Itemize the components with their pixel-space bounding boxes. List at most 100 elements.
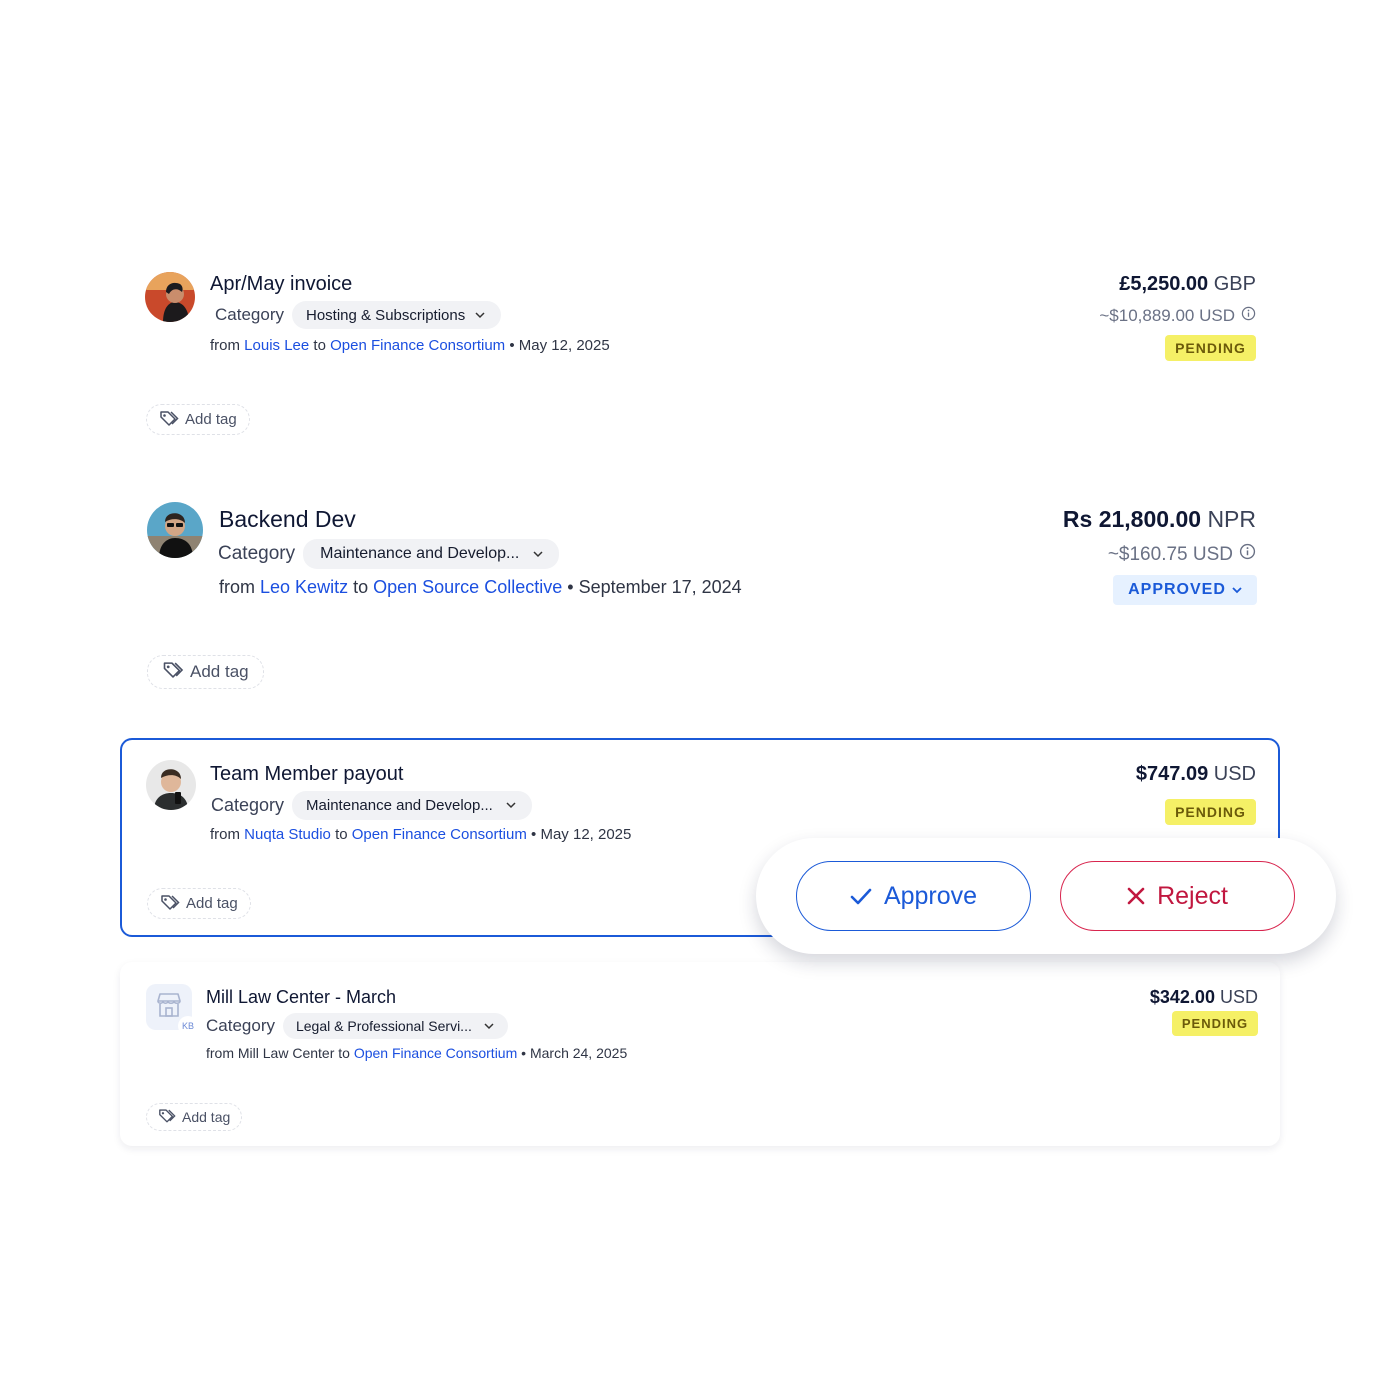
separator: • (509, 337, 515, 354)
expense-date: September 17, 2024 (578, 577, 742, 597)
from-word: from (210, 337, 240, 354)
amount-value: $342.00 (1149, 987, 1215, 1007)
add-tag-label: Add tag (182, 1109, 231, 1125)
expense-title[interactable]: Team Member payout (210, 763, 403, 786)
tag-icon (159, 410, 179, 430)
amount-currency: USD (1213, 763, 1256, 785)
chevron-down-icon (533, 550, 543, 558)
payee-name: Mill Law Center (237, 1045, 335, 1061)
chevron-down-icon (506, 802, 516, 809)
amount-value: £5,250.00 (1119, 273, 1209, 295)
category-select[interactable]: Maintenance and Develop... (292, 791, 532, 820)
expense-date: March 24, 2025 (529, 1045, 628, 1061)
converted-value: ~$160.75 USD (1107, 543, 1233, 565)
expense-meta: from Mill Law Center to Open Finance Con… (206, 1045, 627, 1061)
status-label: APPROVED (1128, 581, 1226, 598)
chevron-down-icon (1232, 586, 1242, 594)
expense-meta: from Leo Kewitz to Open Source Collectiv… (219, 577, 742, 598)
reject-label: Reject (1157, 881, 1228, 910)
add-tag-button[interactable]: Add tag (146, 1103, 243, 1131)
status-dropdown[interactable]: APPROVED (1113, 575, 1257, 605)
status-badge: PENDING (1172, 1011, 1258, 1036)
expense-amount: $747.09 USD (1136, 763, 1256, 786)
approval-actions-panel: Approve Reject (756, 838, 1336, 954)
to-word: to (353, 577, 369, 597)
category-select[interactable]: Maintenance and Develop... (303, 539, 560, 569)
status-badge: PENDING (1165, 799, 1256, 825)
separator: • (521, 1045, 527, 1061)
avatar (145, 272, 195, 322)
category-value: Maintenance and Develop... (306, 797, 493, 814)
store-icon (155, 992, 183, 1023)
from-word: from (219, 577, 255, 597)
payee-link[interactable]: Louis Lee (244, 337, 309, 354)
expense-amount: Rs 21,800.00 NPR (1063, 506, 1256, 533)
expense-title[interactable]: Backend Dev (219, 506, 356, 533)
category-value: Legal & Professional Servi... (295, 1018, 472, 1034)
expense-card-4[interactable]: KB Mill Law Center - March Category Lega… (120, 962, 1280, 1146)
add-tag-label: Add tag (186, 895, 238, 912)
collective-link[interactable]: Open Finance Consortium (354, 1045, 517, 1061)
info-icon[interactable] (1241, 306, 1256, 326)
expense-amount: £5,250.00 GBP (1119, 273, 1256, 296)
amount-value: $747.09 (1135, 763, 1209, 785)
payee-link[interactable]: Nuqta Studio (244, 826, 331, 843)
category-row: Category Maintenance and Develop... (218, 539, 560, 569)
amount-currency: GBP (1213, 273, 1256, 295)
category-label: Category (218, 543, 296, 564)
expense-meta: from Nuqta Studio to Open Finance Consor… (210, 826, 631, 843)
approve-button[interactable]: Approve (796, 861, 1031, 931)
category-select[interactable]: Legal & Professional Servi... (282, 1013, 508, 1039)
category-row: Category Maintenance and Develop... (211, 791, 532, 820)
avatar (146, 760, 196, 810)
add-tag-label: Add tag (185, 411, 237, 428)
avatar (147, 502, 203, 558)
converted-amount: ~$10,889.00 USD (1099, 306, 1256, 326)
category-value: Maintenance and Develop... (320, 545, 520, 562)
add-tag-button[interactable]: Add tag (146, 404, 250, 435)
amount-currency: USD (1219, 987, 1258, 1007)
tag-icon (160, 894, 180, 914)
amount-currency: NPR (1207, 506, 1256, 532)
to-word: to (313, 337, 326, 354)
add-tag-button[interactable]: Add tag (147, 888, 251, 919)
payee-link[interactable]: Leo Kewitz (260, 577, 348, 597)
amount-value: Rs 21,800.00 (1062, 506, 1202, 532)
separator: • (531, 826, 537, 843)
collective-link[interactable]: Open Source Collective (373, 577, 562, 597)
tag-icon (162, 661, 184, 683)
add-tag-button[interactable]: Add tag (147, 655, 264, 689)
category-value: Hosting & Subscriptions (305, 306, 466, 324)
category-select[interactable]: Hosting & Subscriptions (291, 301, 502, 329)
store-avatar: KB (146, 984, 198, 1036)
chevron-down-icon (484, 1022, 494, 1030)
separator: • (567, 577, 574, 597)
category-label: Category (211, 795, 285, 815)
collective-link[interactable]: Open Finance Consortium (330, 337, 505, 354)
add-tag-label: Add tag (190, 662, 249, 681)
from-word: from (206, 1045, 234, 1061)
status-badge: PENDING (1165, 335, 1256, 361)
to-word: to (338, 1045, 350, 1061)
expense-card-2[interactable]: Backend Dev Category Maintenance and Dev… (120, 494, 1280, 694)
converted-value: ~$10,889.00 USD (1099, 306, 1235, 325)
info-icon[interactable] (1239, 543, 1256, 566)
tag-icon (158, 1108, 176, 1126)
close-icon (1127, 887, 1145, 905)
category-row: Category Legal & Professional Servi... (206, 1013, 508, 1039)
expense-title[interactable]: Apr/May invoice (210, 273, 352, 296)
approve-label: Approve (883, 881, 978, 910)
converted-amount: ~$160.75 USD (1108, 543, 1256, 566)
expense-date: May 12, 2025 (518, 337, 610, 354)
collective-link[interactable]: Open Finance Consortium (352, 826, 527, 843)
expense-card-1[interactable]: Apr/May invoice Category Hosting & Subsc… (120, 262, 1280, 452)
from-word: from (210, 826, 240, 843)
chevron-down-icon (475, 311, 485, 319)
category-label: Category (206, 1016, 275, 1035)
category-row: Category Hosting & Subscriptions (215, 301, 502, 329)
to-word: to (335, 826, 348, 843)
expense-title[interactable]: Mill Law Center - March (206, 987, 396, 1008)
check-icon (850, 888, 872, 905)
reject-button[interactable]: Reject (1060, 861, 1295, 931)
expense-amount: $342.00 USD (1150, 987, 1258, 1008)
